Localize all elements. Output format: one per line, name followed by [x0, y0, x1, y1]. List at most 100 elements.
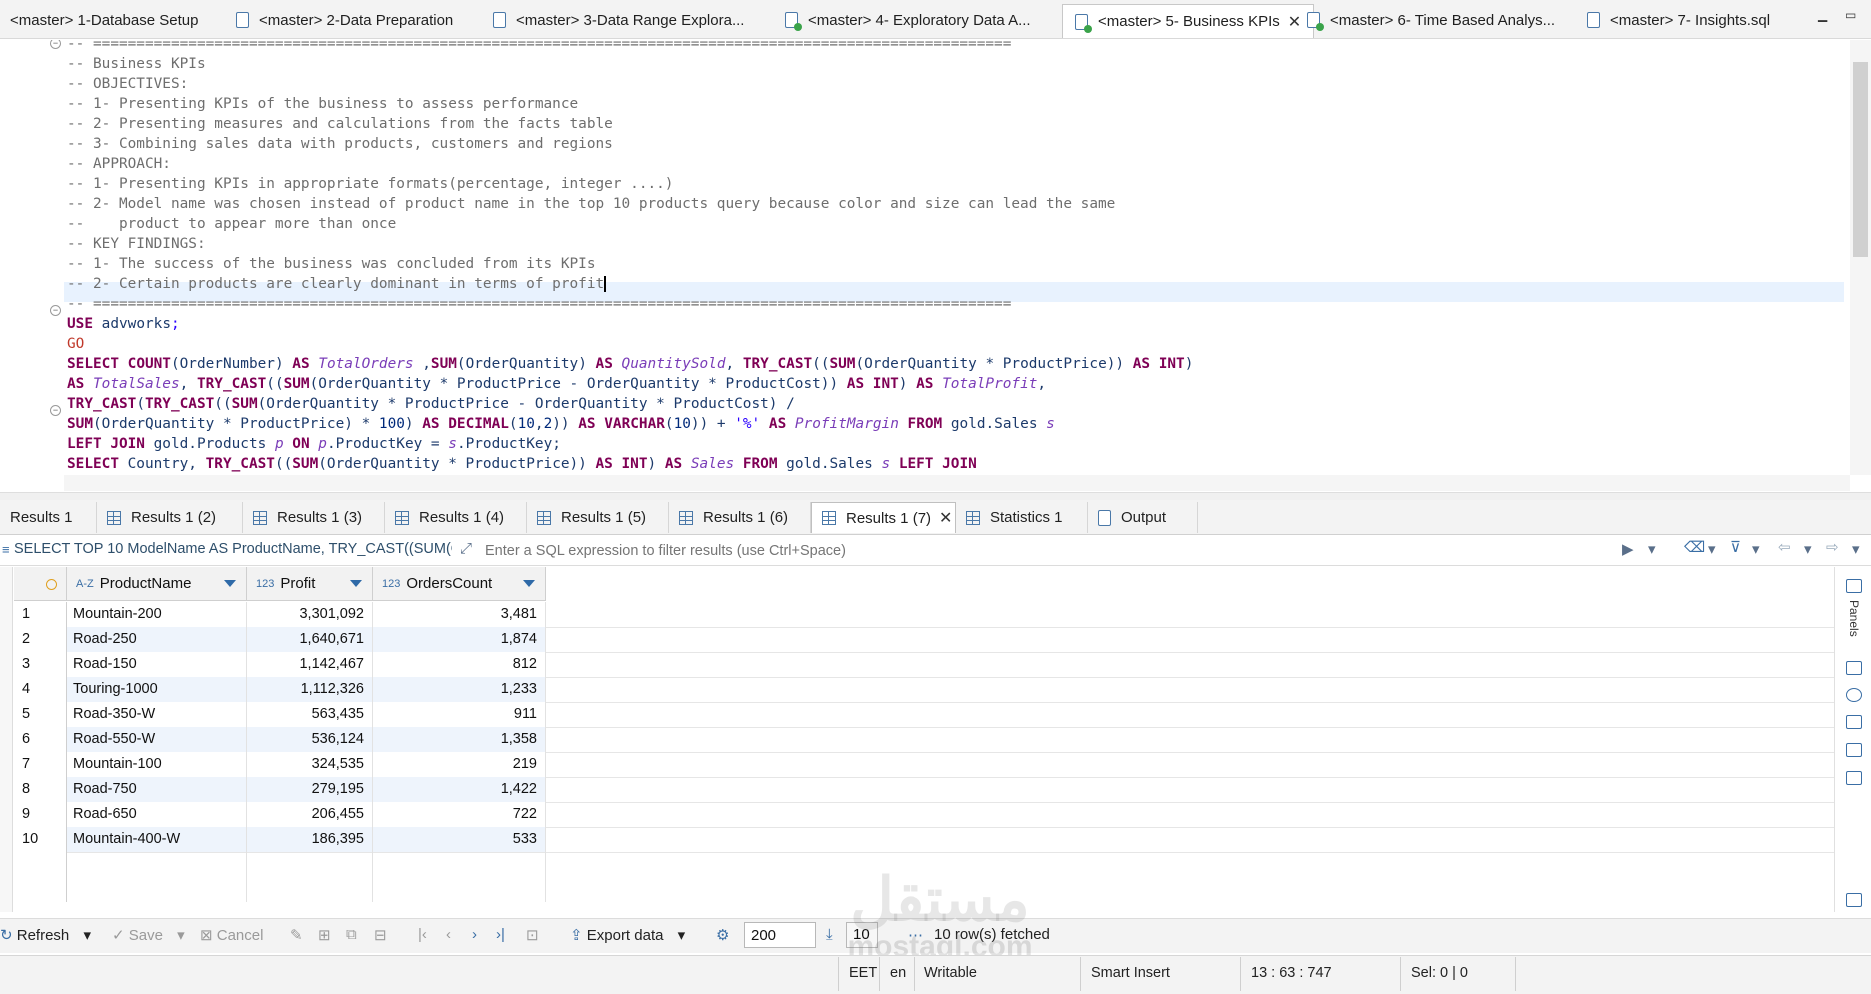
column-header-orderscount[interactable]: 123 OrdersCount [373, 567, 546, 601]
table-row[interactable]: 7 Mountain-100 324,535 219 [14, 752, 546, 777]
image-view-icon[interactable] [1846, 715, 1862, 729]
table-row[interactable]: 2 Road-250 1,640,671 1,874 [14, 627, 546, 652]
grid-view-icon[interactable] [1846, 661, 1862, 675]
column-header-profit[interactable]: 123 Profit [247, 567, 373, 601]
tab-database-setup[interactable]: <master> 1-Database Setup [10, 4, 198, 36]
add-row-icon[interactable]: ⊞ [318, 926, 331, 944]
tab-business-kpis[interactable]: <master> 5- Business KPIs ✕ [1062, 4, 1315, 38]
productname-cell[interactable]: Road-350-W [67, 702, 247, 727]
panels-label[interactable]: Panels [1847, 600, 1861, 637]
expand-icon[interactable]: ⤢ [460, 540, 472, 557]
fold-toggle-icon[interactable]: − [50, 305, 61, 316]
profit-cell[interactable]: 1,112,326 [247, 677, 373, 702]
close-icon[interactable]: ✕ [939, 508, 952, 528]
orderscount-cell[interactable]: 1,874 [373, 627, 546, 652]
table-row[interactable]: 10 Mountain-400-W 186,395 533 [14, 827, 546, 852]
orderscount-cell[interactable]: 722 [373, 802, 546, 827]
tab-results-1-7[interactable]: Results 1 (7) ✕ [811, 502, 956, 533]
table-row[interactable]: 3 Road-150 1,142,467 812 [14, 652, 546, 677]
orderscount-cell[interactable]: 1,233 [373, 677, 546, 702]
productname-cell[interactable]: Mountain-400-W [67, 827, 247, 852]
productname-cell[interactable]: Road-550-W [67, 727, 247, 752]
row-number-header[interactable] [14, 567, 67, 601]
tab-results-1[interactable]: Results 1 [0, 502, 97, 533]
eraser-icon[interactable]: ⌫ [1684, 538, 1705, 556]
tab-data-preparation[interactable]: <master> 2-Data Preparation [236, 4, 453, 36]
productname-cell[interactable]: Touring-1000 [67, 677, 247, 702]
profit-cell[interactable]: 206,455 [247, 802, 373, 827]
orderscount-cell[interactable]: 3,481 [373, 602, 546, 627]
first-page-icon[interactable]: |‹ [418, 926, 427, 943]
tab-output[interactable]: Output [1088, 502, 1198, 533]
profit-cell[interactable]: 3,301,092 [247, 602, 373, 627]
copy-row-icon[interactable]: ⧉ [346, 926, 357, 943]
profit-cell[interactable]: 186,395 [247, 827, 373, 852]
table-row[interactable]: 1 Mountain-200 3,301,092 3,481 [14, 602, 546, 627]
productname-cell[interactable]: Road-750 [67, 777, 247, 802]
value-viewer-icon[interactable] [1846, 688, 1862, 702]
sort-arrow-icon[interactable] [224, 580, 236, 587]
next-page-icon[interactable]: › [472, 926, 477, 943]
filter-icon[interactable]: ⊽ [1730, 538, 1741, 556]
tab-time-based-analysis[interactable]: <master> 6- Time Based Analys... [1307, 4, 1555, 36]
orderscount-cell[interactable]: 911 [373, 702, 546, 727]
tab-statistics-1[interactable]: Statistics 1 [956, 502, 1088, 533]
tab-exploratory-data-analysis[interactable]: <master> 4- Exploratory Data A... [785, 4, 1031, 36]
sort-arrow-icon[interactable] [523, 580, 535, 587]
profit-cell[interactable]: 1,142,467 [247, 652, 373, 677]
query-text[interactable]: SELECT TOP 10 ModelName AS ProductName, … [14, 541, 452, 561]
profit-cell[interactable]: 1,640,671 [247, 627, 373, 652]
forward-icon[interactable]: ⇨ [1826, 538, 1839, 556]
filter-history-icon[interactable]: ▾ [1648, 540, 1656, 558]
fold-toggle-icon[interactable]: − [50, 405, 61, 416]
profit-cell[interactable]: 563,435 [247, 702, 373, 727]
tab-insights[interactable]: <master> 7- Insights.sql [1587, 4, 1770, 36]
editor-horizontal-scrollbar[interactable] [64, 475, 1850, 491]
apply-filter-icon[interactable]: ▶ [1622, 540, 1634, 558]
delete-row-icon[interactable]: ⊟ [374, 926, 387, 944]
tab-results-1-3[interactable]: Results 1 (3) [243, 502, 385, 533]
chevron-down-icon[interactable]: ▾ [1804, 540, 1812, 558]
table-row[interactable]: 9 Road-650 206,455 722 [14, 802, 546, 827]
record-mode-icon[interactable] [1846, 893, 1862, 907]
chevron-down-icon[interactable]: ▾ [83, 927, 91, 944]
maximize-icon[interactable]: ▭ [1845, 8, 1857, 22]
settings-icon[interactable]: ⚙ [716, 926, 729, 944]
chevron-down-icon[interactable]: ▾ [1852, 540, 1860, 558]
edit-row-icon[interactable]: ✎ [290, 926, 303, 944]
chevron-down-icon[interactable]: ▾ [1708, 540, 1716, 558]
minimize-icon[interactable]: ▁ [1818, 8, 1830, 22]
fold-toggle-icon[interactable]: − [50, 40, 61, 49]
refresh-button[interactable]: ↻ Refresh ▾ [0, 926, 91, 944]
profit-cell[interactable]: 324,535 [247, 752, 373, 777]
editor-scroll-thumb[interactable] [1853, 62, 1868, 257]
fetch-all-icon[interactable]: ⊡ [526, 926, 539, 944]
chevron-down-icon[interactable]: ▾ [1752, 540, 1760, 558]
orderscount-cell[interactable]: 812 [373, 652, 546, 677]
export-data-button[interactable]: ⇪ Export data ▾ [570, 926, 685, 944]
tab-results-1-5[interactable]: Results 1 (5) [527, 502, 669, 533]
tab-results-1-2[interactable]: Results 1 (2) [97, 502, 243, 533]
tab-data-range-exploration[interactable]: <master> 3-Data Range Explora... [493, 4, 744, 36]
productname-cell[interactable]: Road-250 [67, 627, 247, 652]
orderscount-cell[interactable]: 1,358 [373, 727, 546, 752]
close-icon[interactable]: ✕ [1288, 12, 1301, 32]
save-button[interactable]: ✓ Save ▾ [112, 926, 185, 944]
profit-cell[interactable]: 279,195 [247, 777, 373, 802]
column-header-productname[interactable]: A-Z ProductName [67, 567, 247, 601]
fetch-size-input[interactable] [744, 922, 816, 948]
tab-results-1-4[interactable]: Results 1 (4) [385, 502, 527, 533]
productname-cell[interactable]: Mountain-200 [67, 602, 247, 627]
select-all-icon[interactable] [46, 579, 57, 590]
cancel-button[interactable]: ⊠ Cancel [200, 926, 263, 944]
table-row[interactable]: 6 Road-550-W 536,124 1,358 [14, 727, 546, 752]
chevron-down-icon[interactable]: ▾ [678, 927, 686, 944]
table-icon[interactable] [1846, 743, 1862, 757]
table-row[interactable]: 5 Road-350-W 563,435 911 [14, 702, 546, 727]
productname-cell[interactable]: Road-150 [67, 652, 247, 677]
chevron-down-icon[interactable]: ▾ [177, 927, 185, 944]
table-row[interactable]: 8 Road-750 279,195 1,422 [14, 777, 546, 802]
productname-cell[interactable]: Road-650 [67, 802, 247, 827]
sort-arrow-icon[interactable] [350, 580, 362, 587]
sql-editor[interactable]: − − − -- ===============================… [0, 40, 1850, 475]
